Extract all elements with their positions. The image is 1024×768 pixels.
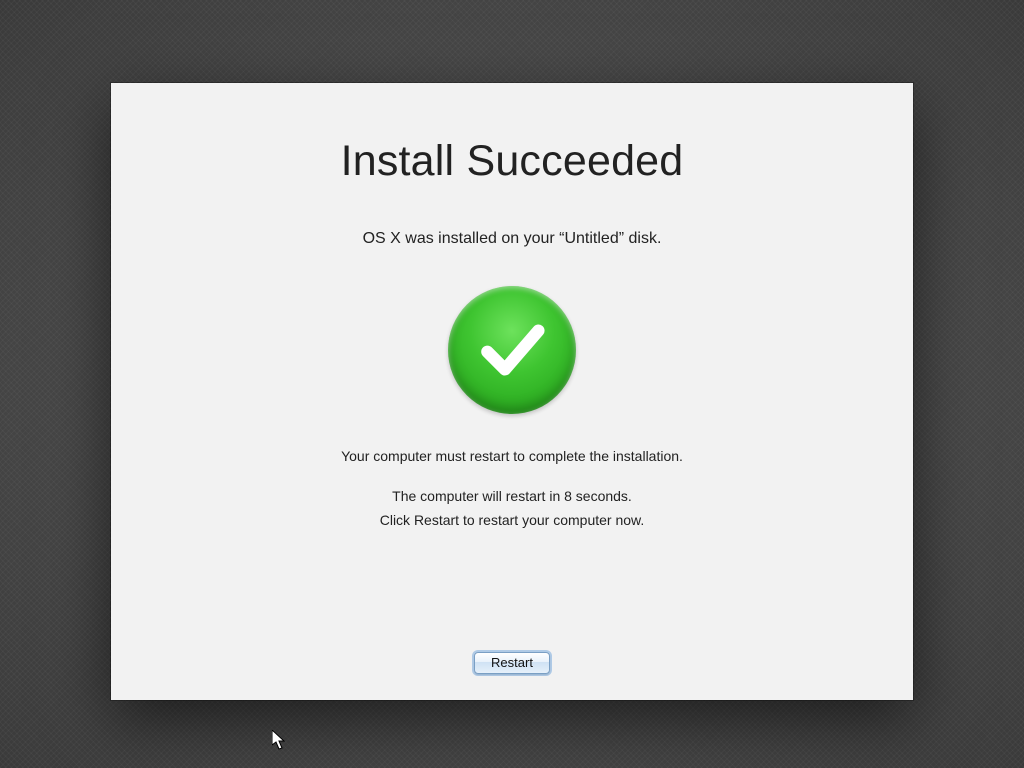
success-checkmark-icon <box>448 286 576 414</box>
installer-window: Install Succeeded OS X was installed on … <box>111 83 913 700</box>
dialog-title: Install Succeeded <box>341 137 684 186</box>
mouse-cursor-icon <box>272 730 288 752</box>
dialog-subtitle: OS X was installed on your “Untitled” di… <box>363 230 662 248</box>
click-restart-text: Click Restart to restart your computer n… <box>380 512 645 528</box>
countdown-text: The computer will restart in 8 seconds. <box>392 488 632 504</box>
button-row: Restart <box>111 652 913 674</box>
desktop-background: Install Succeeded OS X was installed on … <box>0 0 1024 768</box>
restart-button[interactable]: Restart <box>474 652 550 674</box>
restart-required-text: Your computer must restart to complete t… <box>341 448 683 464</box>
